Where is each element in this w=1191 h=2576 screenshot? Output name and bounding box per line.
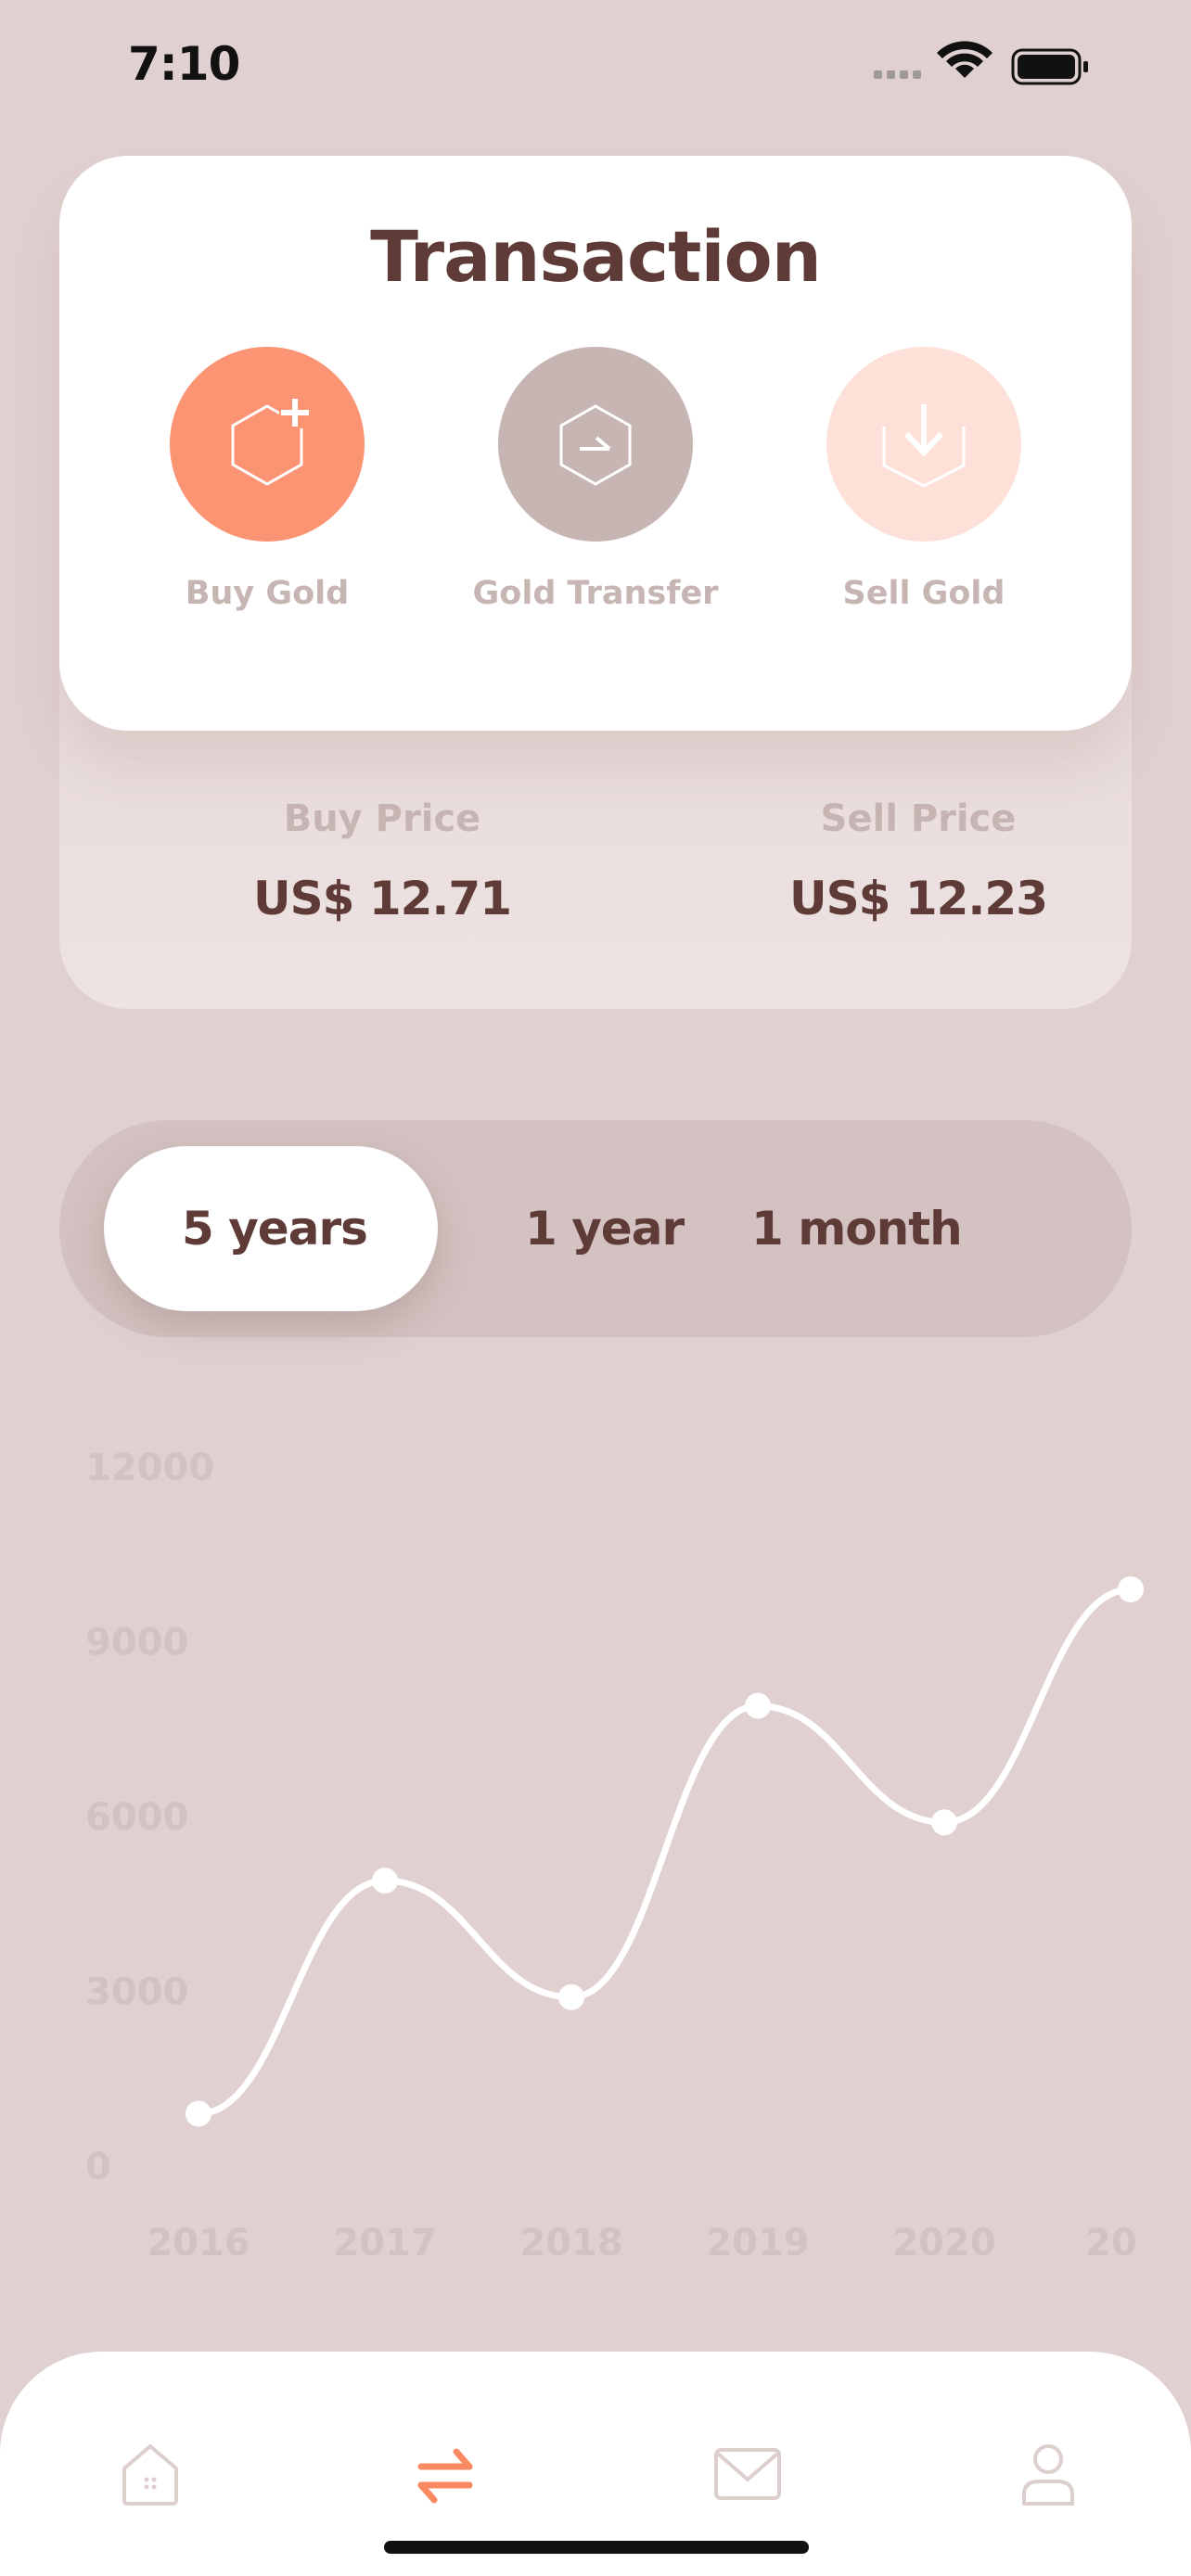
transaction-title: Transaction — [370, 215, 822, 298]
sell-price-value: US$ 12.23 — [789, 872, 1048, 925]
buy-gold-button[interactable]: Buy Gold — [100, 347, 434, 612]
y-tick-label: 3000 — [85, 1971, 188, 2014]
gold-transfer-label: Gold Transfer — [472, 575, 719, 612]
y-tick-label: 12000 — [85, 1447, 214, 1489]
home-indicator — [384, 2541, 809, 2554]
buy-gold-circle[interactable] — [170, 347, 365, 542]
sell-gold-circle[interactable] — [826, 347, 1021, 542]
home-icon[interactable] — [113, 2437, 187, 2511]
range-option-5-years[interactable]: 5 years — [182, 1202, 368, 1256]
y-tick-label: 9000 — [85, 1622, 188, 1664]
x-tick-label: 2019 — [706, 2222, 809, 2264]
sell-gold-button[interactable]: Sell Gold — [757, 347, 1091, 612]
sell-price: Sell Price US$ 12.23 — [705, 797, 1132, 925]
chart-data-point — [1118, 1575, 1144, 1602]
chart-data-point — [745, 1692, 771, 1719]
sell-gold-label: Sell Gold — [842, 575, 1005, 612]
chart-data-point — [186, 2100, 211, 2127]
profile-icon[interactable] — [1011, 2437, 1085, 2511]
status-indicators — [874, 39, 1115, 95]
status-time: 7:10 — [128, 37, 240, 91]
chart-series-line — [195, 1586, 1134, 2117]
mail-icon[interactable] — [711, 2437, 785, 2511]
x-tick-label: 2018 — [519, 2222, 622, 2264]
x-tick-label: 2016 — [147, 2222, 250, 2264]
range-option-1-month[interactable]: 1 month — [751, 1202, 963, 1256]
price-chart: 120009000600030000 2016 2017 2018 2019 2020 2… — [85, 1447, 1144, 2264]
hexagon-arrow-icon — [559, 404, 632, 486]
buy-gold-label: Buy Gold — [185, 575, 350, 612]
range-selector: 5 years 1 year 1 month — [59, 1120, 1132, 1337]
range-option-1-year[interactable]: 1 year — [525, 1202, 685, 1256]
download-box-icon — [882, 404, 966, 488]
sell-price-label: Sell Price — [820, 797, 1017, 840]
chart-data-point — [931, 1809, 957, 1836]
gold-transfer-circle[interactable] — [498, 347, 693, 542]
buy-price-label: Buy Price — [283, 797, 481, 840]
chart-data-point — [558, 1983, 584, 2010]
buy-price: Buy Price US$ 12.71 — [169, 797, 596, 925]
chart-data-point — [372, 1868, 398, 1894]
wifi-icon — [937, 41, 992, 78]
transfer-arrows-icon[interactable] — [408, 2437, 482, 2511]
x-tick-label: 2020 — [892, 2222, 995, 2264]
buy-price-value: US$ 12.71 — [253, 872, 512, 925]
transaction-card: Transaction Buy Gold Gold Transfer Sell … — [59, 156, 1132, 731]
hexagon-plus-icon — [231, 397, 311, 486]
signal-icon — [874, 70, 921, 79]
y-tick-label: 6000 — [85, 1796, 188, 1839]
x-tick-label: 20 — [1085, 2222, 1137, 2264]
battery-icon — [1011, 48, 1088, 85]
gold-transfer-button[interactable]: Gold Transfer — [429, 347, 762, 612]
y-tick-label: 0 — [85, 2146, 111, 2188]
x-tick-label: 2017 — [333, 2222, 436, 2264]
